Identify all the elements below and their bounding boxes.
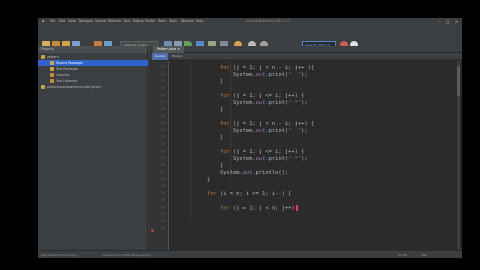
line-number: 27 bbox=[160, 170, 165, 174]
folder-icon bbox=[50, 67, 54, 71]
tree-item-project-2[interactable]: projectsmanagement-code [main] bbox=[38, 84, 148, 90]
minimize-icon[interactable]: – bbox=[436, 19, 443, 24]
scrollbar-thumb[interactable] bbox=[457, 66, 460, 96]
menu-source[interactable]: Source bbox=[95, 19, 106, 23]
library-icon bbox=[50, 79, 54, 83]
line-number: 29 bbox=[160, 184, 165, 188]
line-number: 12 bbox=[160, 65, 165, 69]
code-area[interactable]: for (j = 1; j < n - i; j++ ){ System.out… bbox=[170, 61, 462, 250]
code-line: System.out.print(" "); bbox=[194, 72, 308, 78]
code-line-text: for (j = 1; j < n; j++) bbox=[219, 205, 295, 212]
code-line: System.out.print(" *"); bbox=[194, 156, 308, 162]
menu-team[interactable]: Team bbox=[158, 19, 166, 23]
tab-history[interactable]: History bbox=[169, 53, 186, 60]
status-bar: Quick Search Scanning... reached end of … bbox=[38, 250, 462, 258]
menu-view[interactable]: View bbox=[68, 19, 76, 23]
line-number: 22 bbox=[160, 135, 165, 139]
line-number: 19 bbox=[160, 114, 165, 118]
line-number: 24 bbox=[160, 149, 165, 153]
menu-refactor[interactable]: Refactor bbox=[108, 19, 121, 23]
menu-window[interactable]: Window bbox=[181, 19, 194, 23]
tab-label: Pattern.java bbox=[157, 47, 177, 51]
tree-item-label: Test Packages bbox=[56, 67, 79, 71]
line-number: 33 bbox=[160, 212, 165, 216]
project-icon bbox=[41, 55, 45, 59]
line-number: 18 bbox=[160, 107, 165, 111]
code-line: for (j = 1; j <= i; j++) { bbox=[219, 93, 305, 99]
line-number: 31 bbox=[160, 198, 165, 202]
menu-edit[interactable]: Edit bbox=[59, 19, 65, 23]
line-number: 35 bbox=[160, 226, 165, 230]
close-tab-icon[interactable]: × bbox=[177, 47, 180, 51]
menu-navigate[interactable]: Navigate bbox=[79, 19, 93, 23]
editor-tabs: Pattern.java × bbox=[149, 46, 462, 53]
menu-help[interactable]: Help bbox=[196, 19, 203, 23]
menu-debug[interactable]: Debug bbox=[133, 19, 143, 23]
insert-mode: INS bbox=[422, 253, 428, 257]
tree-item-label: Source Packages bbox=[56, 61, 83, 65]
line-number: 30 bbox=[160, 191, 165, 195]
ide-window: ◆ File Edit View Navigate Source Refacto… bbox=[38, 18, 462, 258]
line-number: 20 bbox=[160, 121, 165, 125]
line-number: 23 bbox=[160, 142, 165, 146]
menu-tools[interactable]: Tools bbox=[169, 19, 177, 23]
line-number: 26 bbox=[160, 163, 165, 167]
tab-source[interactable]: Source bbox=[152, 53, 169, 60]
projects-panel: Projects pattern Source Packages Test Pa… bbox=[38, 46, 148, 250]
tab-pattern-java[interactable]: Pattern.java × bbox=[153, 46, 184, 53]
code-line: } bbox=[194, 107, 224, 113]
tree-item-label: Libraries bbox=[56, 73, 70, 77]
line-number: 15 bbox=[160, 86, 165, 90]
code-line: for (j = 1; j < n - i; j++) { bbox=[219, 121, 315, 127]
line-number: 28 bbox=[160, 177, 165, 181]
close-icon[interactable]: × bbox=[453, 19, 460, 24]
code-line: } bbox=[194, 177, 211, 183]
menu-profile[interactable]: Profile bbox=[145, 19, 155, 23]
status-left: Quick Search Scanning... bbox=[41, 253, 79, 257]
menu-file[interactable]: File bbox=[50, 19, 55, 23]
cursor-position: 33:29 bbox=[398, 253, 407, 257]
code-line: System.out.print(" "); bbox=[194, 128, 308, 134]
line-number: 34 bbox=[160, 219, 165, 223]
line-number: 16 bbox=[160, 93, 165, 97]
code-line: } bbox=[194, 79, 224, 85]
code-line: } bbox=[194, 135, 224, 141]
line-number: 14 bbox=[160, 79, 165, 83]
code-line: for (j = 1; j < n - i; j++ ){ bbox=[219, 65, 315, 71]
library-icon bbox=[50, 73, 54, 77]
project-icon bbox=[41, 85, 45, 89]
maximize-icon[interactable]: □ bbox=[444, 19, 451, 24]
editor-subtabs: Source History bbox=[149, 53, 462, 60]
code-line: } bbox=[194, 163, 224, 169]
menu-run[interactable]: Run bbox=[124, 19, 130, 23]
tree-item-label: pattern bbox=[47, 55, 59, 59]
line-number: 21 bbox=[160, 128, 165, 132]
app-logo-icon: ◆ bbox=[42, 19, 45, 23]
code-line: for (i = n; i >= 1; i--) { bbox=[206, 191, 292, 197]
projects-panel-title: Projects bbox=[38, 46, 147, 53]
tree-item-label: projectsmanagement-code [main] bbox=[47, 85, 102, 89]
line-number: 32 bbox=[160, 205, 165, 209]
text-caret bbox=[295, 205, 298, 211]
tree-item-label: Test Libraries bbox=[56, 79, 78, 83]
editor-scrollbar[interactable] bbox=[457, 61, 460, 250]
editor-panel: Pattern.java × Source History 12 13 14 1… bbox=[149, 46, 462, 250]
line-number: 17 bbox=[160, 100, 165, 104]
line-number: 25 bbox=[160, 156, 165, 160]
code-line-current: for (j = 1; j < n; j++) bbox=[194, 205, 298, 212]
code-line: System.out.println(); bbox=[194, 170, 289, 176]
error-marker-icon[interactable] bbox=[151, 229, 154, 232]
code-line: System.out.print(" *"); bbox=[194, 100, 308, 106]
folder-icon bbox=[50, 61, 54, 65]
line-number: 13 bbox=[160, 72, 165, 76]
status-message: reached end of file while parsing bbox=[102, 253, 152, 257]
code-line: for (j = 1; j <= i; j++) { bbox=[219, 149, 305, 155]
indent-guide bbox=[190, 61, 191, 221]
menu-bar: ◆ File Edit View Navigate Source Refacto… bbox=[38, 18, 462, 26]
line-number-gutter: 12 13 14 15 16 17 18 19 20 21 22 23 24 2… bbox=[149, 61, 169, 250]
window-title: Apache NetBeans IDE 12.0 bbox=[246, 19, 289, 23]
